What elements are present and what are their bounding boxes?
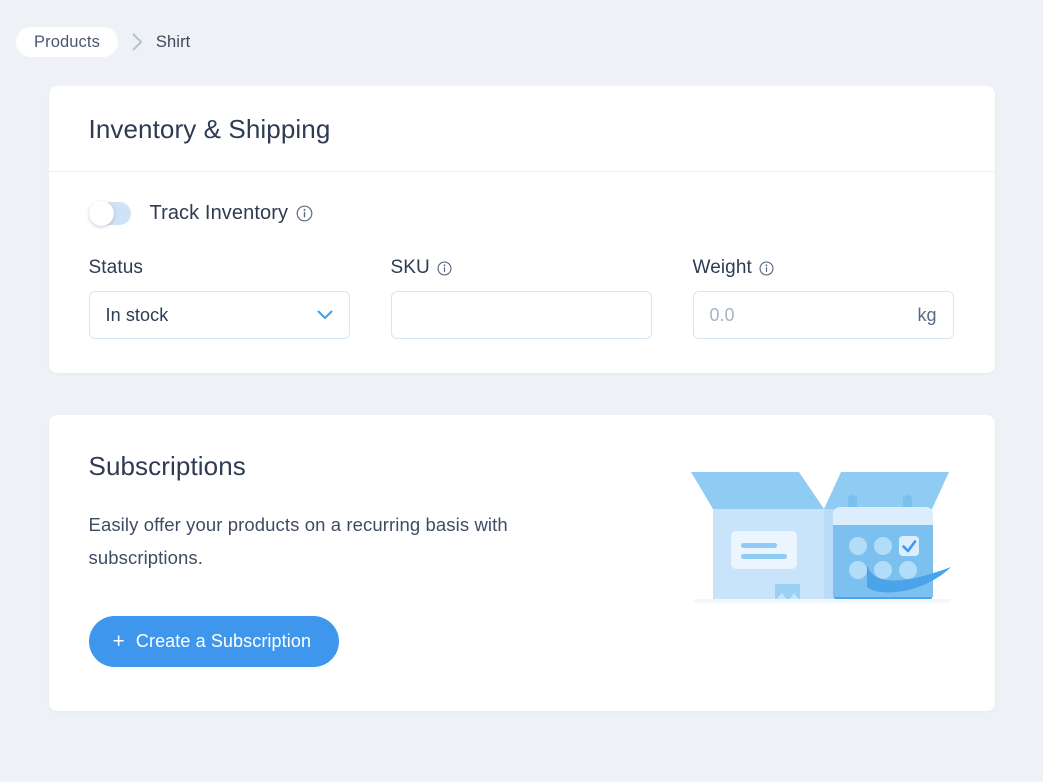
subscriptions-title: Subscriptions bbox=[88, 451, 246, 481]
weight-input[interactable]: 0.0 kg bbox=[692, 291, 954, 339]
status-label-wrap: Status bbox=[89, 257, 350, 279]
track-inventory-toggle[interactable] bbox=[88, 201, 131, 226]
sku-info-icon[interactable] bbox=[437, 260, 452, 276]
breadcrumb-link-products[interactable]: Products bbox=[16, 26, 118, 58]
subscriptions-card: Subscriptions Easily offer your products… bbox=[48, 415, 995, 711]
breadcrumb: Products Shirt bbox=[0, 0, 1043, 66]
weight-label: Weight bbox=[692, 257, 752, 278]
track-inventory-label: Track Inventory bbox=[149, 202, 289, 224]
inventory-card-header: Inventory & Shipping bbox=[48, 86, 995, 172]
track-inventory-info-icon[interactable] bbox=[296, 205, 313, 222]
inventory-shipping-card: Inventory & Shipping Track Inventory Sta… bbox=[48, 86, 995, 373]
subscriptions-content: Subscriptions Easily offer your products… bbox=[88, 451, 609, 667]
subscriptions-description: Easily offer your products on a recurrin… bbox=[88, 514, 508, 568]
status-label: Status bbox=[88, 257, 143, 278]
plus-icon: + bbox=[112, 630, 125, 653]
sku-field-group: SKU bbox=[390, 257, 652, 339]
open-box-with-calendar-illustration bbox=[687, 469, 957, 609]
status-selected-value: In stock bbox=[105, 304, 169, 325]
create-subscription-button[interactable]: + Create a Subscription bbox=[88, 616, 340, 667]
inventory-card-body: Track Inventory Status In stock SKU Weig… bbox=[49, 172, 995, 373]
chevron-down-icon bbox=[317, 310, 333, 320]
toggle-knob bbox=[88, 201, 114, 226]
sku-input[interactable] bbox=[390, 291, 652, 339]
page-title: Inventory & Shipping bbox=[88, 114, 331, 144]
weight-info-icon[interactable] bbox=[759, 260, 774, 276]
track-inventory-row: Track Inventory bbox=[88, 201, 955, 226]
chevron-right-icon bbox=[132, 33, 143, 51]
create-subscription-label: Create a Subscription bbox=[135, 631, 312, 651]
breadcrumb-current-shirt: Shirt bbox=[155, 32, 191, 51]
subscriptions-card-body: Subscriptions Easily offer your products… bbox=[49, 415, 995, 711]
status-field-group: Status In stock bbox=[88, 257, 350, 339]
weight-unit-suffix: kg bbox=[917, 304, 937, 325]
inventory-fields: Status In stock SKU Weight 0.0 kg bbox=[88, 257, 955, 339]
status-select[interactable]: In stock bbox=[88, 291, 350, 339]
weight-label-wrap: Weight bbox=[693, 257, 954, 279]
sku-label: SKU bbox=[390, 257, 430, 278]
sku-label-wrap: SKU bbox=[391, 257, 652, 279]
weight-input-placeholder: 0.0 bbox=[709, 304, 735, 325]
weight-field-group: Weight 0.0 kg bbox=[692, 257, 954, 339]
